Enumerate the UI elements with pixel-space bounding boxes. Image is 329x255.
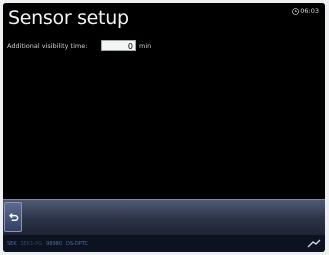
clock-time: 06:03 [300, 7, 319, 15]
visibility-time-input[interactable]: 0 [101, 40, 136, 51]
back-button[interactable] [4, 202, 22, 232]
visibility-time-label: Additional visibility time: [7, 41, 88, 50]
status-bar: SEK SEK1-PG 98980 DS-DPTC [3, 235, 325, 252]
status-item: DS-DPTC [66, 240, 88, 247]
visibility-time-row: Additional visibility time: 0 min [7, 40, 151, 51]
status-item: SEK [7, 240, 17, 247]
bottom-toolbar [3, 199, 325, 235]
back-arrow-icon [8, 212, 18, 221]
status-item: 98980 [46, 240, 63, 247]
status-item: SEK1-PG [20, 240, 43, 247]
clock: 06:03 [292, 7, 319, 15]
device-screen: Sensor setup 06:03 Additional visibility… [3, 3, 325, 252]
signal-icon [307, 239, 321, 248]
title-bar: Sensor setup 06:03 [3, 3, 325, 35]
visibility-time-unit: min [139, 41, 152, 50]
clock-icon [292, 7, 300, 15]
page-title: Sensor setup [8, 7, 129, 29]
